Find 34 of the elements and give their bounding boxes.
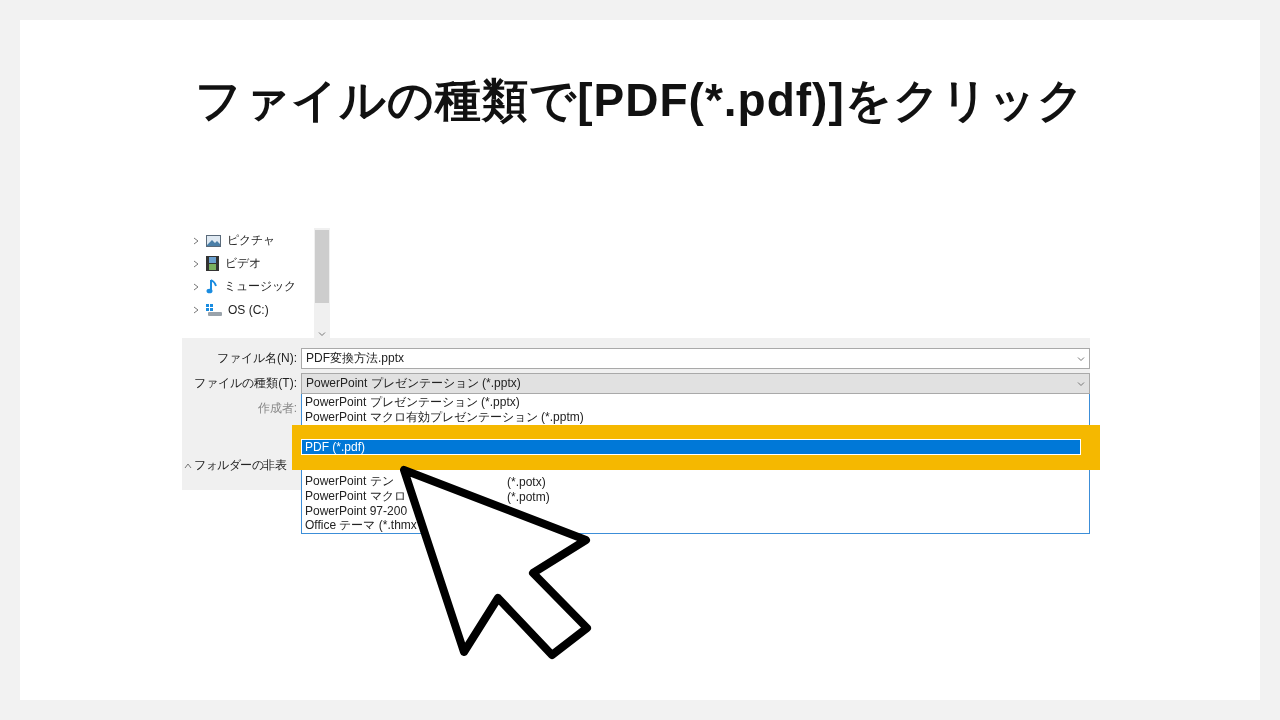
landscape-image-icon	[206, 234, 221, 247]
list-option[interactable]: PowerPoint マクロ有効プレゼンテーション (*.pptm)	[302, 410, 1089, 425]
caret-up-icon[interactable]	[184, 461, 192, 470]
option-text: (*.potx)	[507, 474, 546, 489]
chevron-down-icon[interactable]	[318, 330, 326, 338]
nav-item[interactable]: ミュージック	[224, 278, 296, 295]
field-label: ファイルの種類(T):	[193, 375, 298, 392]
slide-title: ファイルの種類で[PDF(*.pdf)]をクリック	[195, 73, 1085, 128]
list-option[interactable]: Office テーマ (*.thmx	[302, 518, 1089, 533]
scrollbar-thumb[interactable]	[315, 230, 329, 303]
field-label: ファイル名(N):	[216, 350, 298, 367]
list-option[interactable]: PowerPoint マクロ (*.potm)	[302, 489, 1089, 504]
nav-item[interactable]: ピクチャ	[227, 232, 275, 249]
chevron-right-icon[interactable]	[192, 236, 200, 245]
nav-item[interactable]: ビデオ	[225, 255, 261, 272]
chevron-right-icon[interactable]	[192, 305, 200, 314]
scrollbar[interactable]	[314, 228, 330, 338]
list-option[interactable]: PowerPoint テン (*.potx)	[302, 474, 1089, 489]
list-option[interactable]: PowerPoint プレゼンテーション (*.pptx)	[302, 395, 1089, 410]
film-icon	[206, 256, 219, 271]
chevron-down-icon[interactable]	[1077, 354, 1085, 363]
list-option[interactable]: PowerPoint 97-200	[302, 504, 1089, 518]
list-option[interactable]: PDF (*.pdf)	[302, 440, 1080, 454]
option-text: (*.potm)	[507, 489, 550, 504]
hide-folders-link[interactable]: フォルダーの非表	[194, 457, 286, 474]
nav-item[interactable]: OS (C:)	[228, 302, 269, 317]
chevron-right-icon[interactable]	[192, 259, 200, 268]
drive-icon	[206, 303, 222, 316]
file-name-field[interactable]: PDF変換方法.pptx	[301, 348, 1090, 369]
chevron-down-icon[interactable]	[1077, 379, 1085, 388]
chevron-right-icon[interactable]	[192, 282, 200, 291]
author-label: 作成者:	[256, 400, 298, 417]
music-note-icon	[206, 279, 218, 294]
file-type-select[interactable]: PowerPoint プレゼンテーション (*.pptx)	[301, 373, 1090, 394]
